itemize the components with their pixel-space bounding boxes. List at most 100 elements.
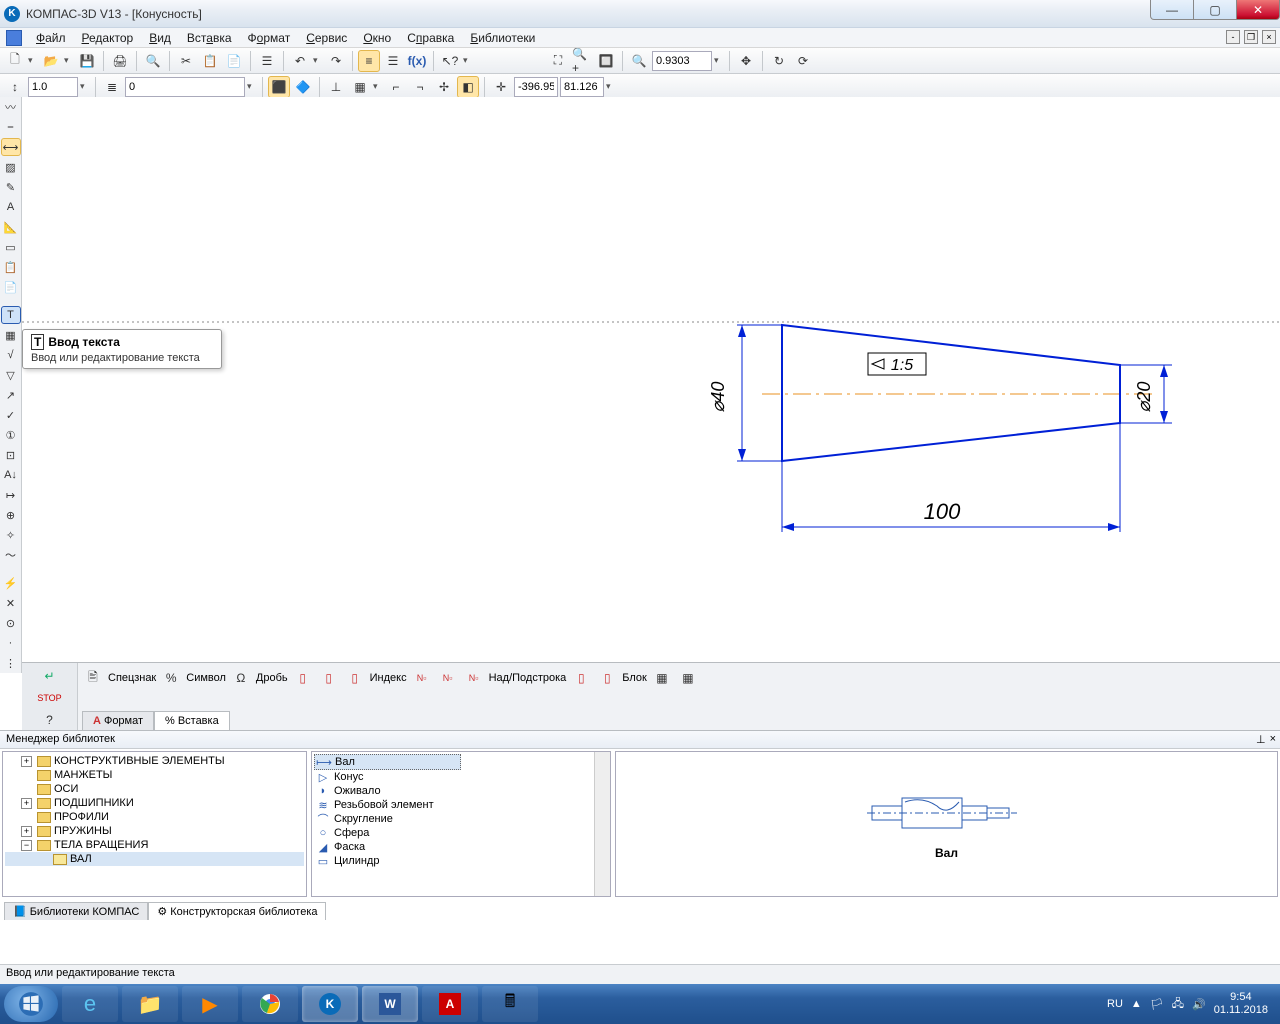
idx2-icon[interactable]: N▫ [437,667,459,689]
menu-insert[interactable]: Вставка [181,29,238,47]
redraw-button[interactable]: ↻ [768,50,790,72]
coord-x-input[interactable] [514,77,558,97]
supsub-label[interactable]: Над/Подстрока [489,672,567,684]
menu-format[interactable]: Формат [242,29,297,47]
zoom-prev-button[interactable]: 🔍 [628,50,650,72]
eraser-button[interactable]: ⬛ [268,76,290,98]
line-tool[interactable]: ⎯ [1,118,21,136]
task-kompas[interactable]: K [302,986,358,1022]
start-button[interactable] [4,986,58,1022]
zoom-window-button[interactable]: 🔲 [595,50,617,72]
menu-window[interactable]: Окно [357,29,397,47]
coord-y-input[interactable] [560,77,604,97]
copy-button[interactable]: 📋 [199,50,221,72]
new-button[interactable]: 🗋 [4,50,26,72]
geom-tool[interactable]: 〰 [1,98,21,116]
zoom-value-input[interactable] [652,51,712,71]
lib-close-icon[interactable]: × [1270,733,1276,746]
ortho-button[interactable]: ⊥ [325,76,347,98]
tab-format[interactable]: AФормат [82,711,154,730]
menu-help[interactable]: Справка [401,29,460,47]
index-label[interactable]: Индекс [370,672,407,684]
menu-editor[interactable]: Редактор [76,29,140,47]
mdi-close[interactable]: × [1262,30,1276,44]
arrow-tool[interactable]: A↓ [1,466,21,484]
frac-label[interactable]: Дробь [256,672,288,684]
idx3-icon[interactable]: N▫ [463,667,485,689]
sup-icon[interactable]: ▯ [570,667,592,689]
block1-icon[interactable]: ▦ [651,667,673,689]
table-tool[interactable]: ▦ [1,326,21,344]
task-calc[interactable]: 🖩 [482,986,538,1022]
text-tool[interactable]: T [1,306,21,324]
symbol-label[interactable]: Символ [186,672,226,684]
open-button[interactable]: 📂 [40,50,62,72]
print-button[interactable]: 🖨 [109,50,131,72]
symbol-icon[interactable]: % [160,667,182,689]
drawing-canvas[interactable]: ⌀40 ⌀20 100 1:5 [22,97,1280,662]
pan-button[interactable]: ✥ [735,50,757,72]
maximize-button[interactable]: ▢ [1193,0,1237,20]
edit-tool[interactable]: ✎ [1,178,21,196]
help-cursor-button[interactable]: ↖? [439,50,461,72]
preview-button[interactable]: 🔍 [142,50,164,72]
stop-button[interactable]: STOP [39,688,61,707]
tray-time[interactable]: 9:54 [1214,991,1268,1004]
frac3-icon[interactable]: ▯ [344,667,366,689]
frac1-icon[interactable]: ▯ [292,667,314,689]
menu-view[interactable]: Вид [143,29,177,47]
tray-action-icon[interactable]: 🏳 [1150,998,1164,1011]
scale-input[interactable] [28,77,78,97]
task-media[interactable]: ▶ [182,986,238,1022]
step-button[interactable]: ↕ [4,76,26,98]
redo-button[interactable]: ↷ [325,50,347,72]
fx-button[interactable]: f(x) [406,50,428,72]
menu-file[interactable]: Файл [30,29,72,47]
idx1-icon[interactable]: N▫ [411,667,433,689]
omega-icon[interactable]: Ω [230,667,252,689]
select-tool[interactable]: ▭ [1,238,21,256]
pos-tool[interactable]: ① [1,426,21,444]
task-chrome[interactable] [242,986,298,1022]
create-button[interactable]: ↵ [39,666,61,685]
layer-button[interactable]: ≣ [101,76,123,98]
system-tray[interactable]: RU ▲ 🏳 🖧 🔊 9:54 01.11.2018 [1107,991,1276,1017]
center2-tool[interactable]: ⊙ [1,614,21,632]
task-word[interactable]: W [362,986,418,1022]
minimize-button[interactable]: — [1150,0,1194,20]
lcs-button[interactable]: ✢ [433,76,455,98]
param-tool[interactable]: A [1,198,21,216]
undo-button[interactable]: ↶ [289,50,311,72]
cut-tool[interactable]: ↦ [1,486,21,504]
save-button[interactable]: 💾 [76,50,98,72]
tray-lang[interactable]: RU [1107,998,1123,1010]
tray-volume-icon[interactable]: 🔊 [1192,998,1206,1011]
lib-tab-constructor[interactable]: ⚙Конструкторская библиотека [148,902,326,920]
spec-char-icon[interactable]: 🖹 [82,667,104,689]
manager-button[interactable]: ≡ [358,50,380,72]
cut-button[interactable]: ✂ [175,50,197,72]
brand-tool[interactable]: ✓ [1,406,21,424]
more-tool[interactable]: ⋮ [1,654,21,672]
sub-icon[interactable]: ▯ [596,667,618,689]
close-button[interactable]: ✕ [1236,0,1280,20]
menu-service[interactable]: Сервис [300,29,353,47]
help-button[interactable]: ? [39,711,61,730]
auto-tool[interactable]: ⚡ [1,574,21,592]
library-tree[interactable]: +КОНСТРУКТИВНЫЕ ЭЛЕМЕНТЫ МАНЖЕТЫ ОСИ +ПО… [2,751,307,897]
frac2-icon[interactable]: ▯ [318,667,340,689]
block-label[interactable]: Блок [622,672,647,684]
break-tool[interactable]: ✕ [1,594,21,612]
snap-r-button[interactable]: ¬ [409,76,431,98]
pin-icon[interactable]: ⊥ [1256,733,1266,746]
leader-tool[interactable]: ↗ [1,386,21,404]
tray-flag-icon[interactable]: ▲ [1131,998,1142,1010]
scrollbar[interactable] [594,752,610,896]
hatch-tool[interactable]: ▨ [1,158,21,176]
task-acrobat[interactable]: A [422,986,478,1022]
zoom-in-button[interactable]: 🔍+ [571,50,593,72]
mdi-restore[interactable]: ❐ [1244,30,1258,44]
center-tool[interactable]: ⊕ [1,506,21,524]
axis-tool[interactable]: ✧ [1,526,21,544]
tray-network-icon[interactable]: 🖧 [1172,995,1184,1014]
